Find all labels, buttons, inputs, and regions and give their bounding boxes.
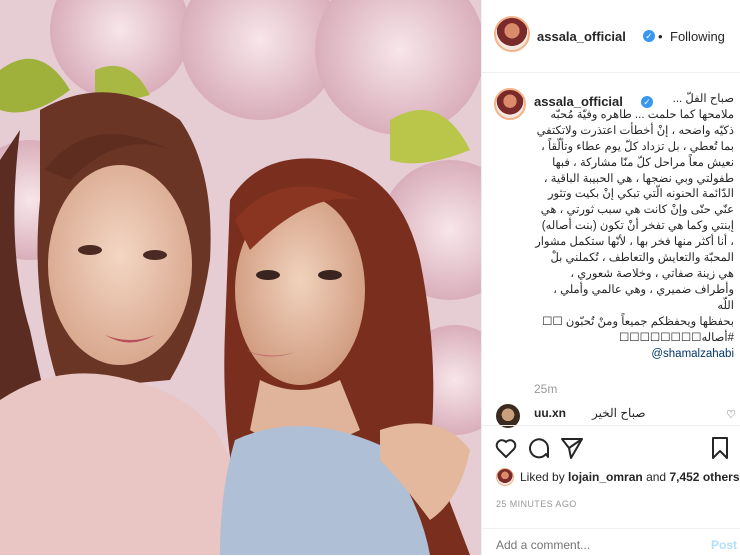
comment-text: صباح الخير: [592, 406, 646, 420]
likes-count[interactable]: 7,452 others: [669, 470, 739, 484]
post-button[interactable]: Post: [711, 538, 737, 552]
caption-text: صباح الفلّ ... ملامحها كما حلمت ... طاهر…: [535, 93, 734, 344]
comment-row: uu.xn صباح الخير ♡: [496, 402, 736, 428]
comment-icon[interactable]: [526, 436, 550, 460]
liker-username[interactable]: lojain_omran: [568, 470, 643, 484]
and-label: and: [646, 470, 667, 484]
post-timestamp: 25 MINUTES AGO: [496, 499, 577, 509]
bookmark-icon[interactable]: [708, 436, 732, 460]
header-avatar[interactable]: [494, 16, 530, 52]
comment-heart-icon[interactable]: ♡: [726, 408, 736, 421]
comment-input[interactable]: [494, 537, 688, 553]
liker-avatar[interactable]: [496, 468, 514, 486]
post-panel: assala_official ✓ • Following assala_off…: [481, 0, 740, 555]
caption-avatar[interactable]: [494, 88, 526, 120]
post-image: [0, 0, 481, 555]
comment-username[interactable]: uu.xn: [534, 406, 566, 420]
heart-icon[interactable]: [494, 436, 518, 460]
action-bar: [482, 425, 740, 466]
header-username[interactable]: assala_official: [537, 29, 626, 44]
mention-link[interactable]: @shamalzahabi: [651, 348, 734, 360]
add-comment-bar: Post: [482, 528, 740, 556]
liked-by-label: Liked by: [520, 470, 565, 484]
caption: assala_official ✓ صباح الفلّ ... ملامحها…: [534, 92, 734, 370]
caption-time: 25m: [534, 382, 558, 396]
following-button[interactable]: Following: [670, 29, 725, 44]
verified-icon: ✓: [643, 30, 655, 42]
post-header: assala_official ✓ • Following: [482, 0, 740, 73]
post-photo[interactable]: [0, 0, 481, 555]
header-separator: •: [658, 29, 663, 44]
share-icon[interactable]: [560, 436, 584, 460]
